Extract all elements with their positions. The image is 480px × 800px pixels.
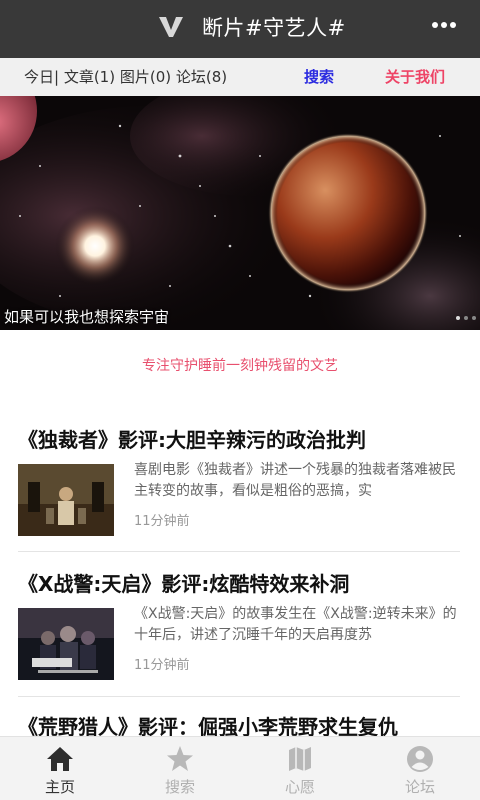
article-title[interactable]: 《独裁者》影评:大胆辛辣污的政治批判 (18, 426, 460, 454)
space-banner-image (0, 96, 480, 330)
tab-label: 搜索 (164, 778, 195, 796)
article-title[interactable]: 《X战警:天启》影评:炫酷特效来补洞 (18, 570, 460, 598)
divider (18, 696, 460, 697)
article-excerpt: 喜剧电影《独裁者》讲述一个残暴的独裁者落难被民主转变的故事，看似是粗俗的恶搞，实 (134, 462, 456, 499)
tagline: 专注守护睡前一刻钟残留的文艺 (142, 358, 338, 374)
about-us-link[interactable]: 关于我们 (385, 58, 445, 96)
carousel-dot[interactable] (464, 316, 468, 320)
tab-forum[interactable]: 论坛 (360, 737, 480, 800)
article-excerpt: 《X战警:天启》的故事发生在《X战警:逆转未来》的十年后，讲述了沉睡千年的天启再… (134, 606, 457, 643)
article-time: 11分钟前 (134, 658, 190, 673)
carousel-indicator[interactable] (452, 305, 476, 324)
banner-caption: 如果可以我也想探索宇宙 (4, 308, 170, 326)
v-logo-icon[interactable] (158, 14, 184, 40)
article-item[interactable]: 《X战警:天启》影评:炫酷特效来补洞 《X战警:天启》的故事发生在《X战警:逆转… (18, 570, 460, 680)
content-counts[interactable]: 今日| 文章(1) 图片(0) 论坛(8) (24, 58, 227, 96)
tab-home[interactable]: 主页 (0, 737, 120, 800)
search-link[interactable]: 搜索 (304, 58, 334, 96)
article-thumbnail[interactable] (18, 608, 114, 680)
article-item[interactable]: 《独裁者》影评:大胆辛辣污的政治批判 喜剧电影《独裁者》讲述一个残暴的独裁者落难… (18, 426, 460, 536)
carousel-dot[interactable] (456, 316, 460, 320)
article-thumbnail[interactable] (18, 464, 114, 536)
tab-label: 心愿 (284, 778, 315, 796)
star-icon (167, 746, 193, 771)
banner-carousel[interactable]: 如果可以我也想探索宇宙 (0, 96, 480, 330)
more-dots-icon[interactable] (432, 22, 456, 30)
sub-navigation: 今日| 文章(1) 图片(0) 论坛(8) 搜索 关于我们 (0, 58, 480, 96)
article-time: 11分钟前 (134, 514, 190, 529)
tab-label: 论坛 (404, 778, 435, 796)
tab-search[interactable]: 搜索 (120, 737, 240, 800)
carousel-dot[interactable] (472, 316, 476, 320)
page-title: 断片#守艺人# (202, 16, 346, 40)
bottom-tab-bar: 主页 搜索 心愿 论坛 (0, 736, 480, 800)
title-bar: 断片#守艺人# (0, 0, 480, 58)
home-icon (47, 747, 73, 771)
divider (18, 551, 460, 552)
tab-label: 主页 (44, 778, 75, 796)
tab-wish[interactable]: 心愿 (240, 737, 360, 800)
user-icon (407, 746, 433, 772)
map-icon (289, 747, 311, 771)
